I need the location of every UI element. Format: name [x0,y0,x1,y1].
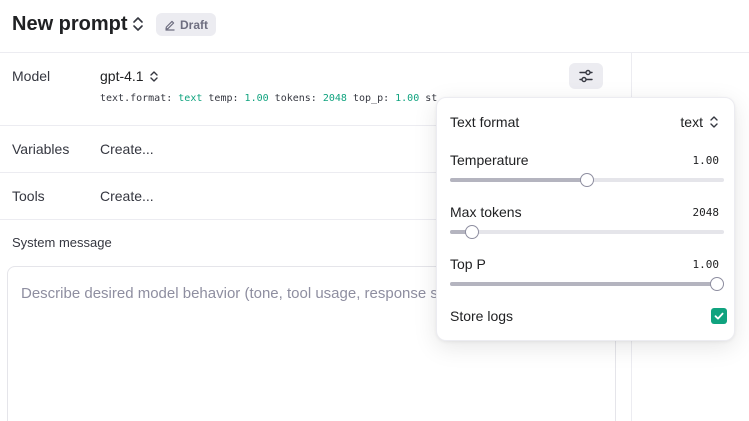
meta-value: 2048 [322,93,347,104]
meta-value: 1.00 [395,93,420,104]
store-logs-label: Store logs [450,308,514,324]
max-tokens-slider[interactable] [450,224,724,240]
text-format-value: text [680,114,703,130]
meta-value: text [178,93,203,104]
slider-thumb[interactable] [580,173,594,187]
draft-badge: Draft [156,13,217,36]
meta-key: tokens: [274,93,317,104]
top-p-slider[interactable] [450,276,724,292]
system-message-placeholder: Describe desired model behavior (tone, t… [21,285,467,302]
meta-key: temp: [208,93,239,104]
chevron-up-down-icon[interactable] [148,69,160,84]
model-settings-popover: Text format text Temperature 1.00 Max to… [436,97,735,341]
top-p-label: Top P [450,256,486,272]
system-message-label: System message [12,235,112,250]
sliders-icon [579,69,593,83]
temperature-slider[interactable] [450,172,724,188]
store-logs-checkbox[interactable] [711,308,727,324]
top-p-value: 1.00 [692,258,720,271]
page-title: New prompt [12,13,128,35]
max-tokens-label: Max tokens [450,204,522,220]
model-config-summary: text.format: text temp: 1.00 tokens: 204… [100,93,440,104]
slider-thumb[interactable] [710,277,724,291]
chevron-up-down-icon [710,116,718,128]
meta-key: text.format: [100,93,173,104]
text-format-label: Text format [450,114,520,130]
meta-key: st [425,93,438,104]
meta-value: 1.00 [244,93,269,104]
slider-track [450,230,724,234]
temperature-label: Temperature [450,152,529,168]
page-header: New prompt Draft [0,0,749,53]
tools-label: Tools [12,188,45,204]
text-format-select[interactable]: text [680,114,719,130]
temperature-value: 1.00 [692,154,720,167]
checkmark-icon [714,312,724,320]
max-tokens-value: 2048 [692,206,720,219]
slider-thumb[interactable] [464,225,479,239]
meta-key: top_p: [352,93,390,104]
create-variable-link[interactable]: Create... [100,141,154,157]
model-select[interactable]: gpt-4.1 [100,68,144,84]
chevron-up-down-icon[interactable] [131,15,145,33]
draft-badge-label: Draft [180,17,209,32]
model-label: Model [12,68,51,84]
create-tool-link[interactable]: Create... [100,188,154,204]
model-settings-button[interactable] [569,63,603,89]
edit-icon [165,20,175,31]
variables-label: Variables [12,141,70,157]
slider-fill [450,282,724,286]
slider-fill [450,178,587,182]
